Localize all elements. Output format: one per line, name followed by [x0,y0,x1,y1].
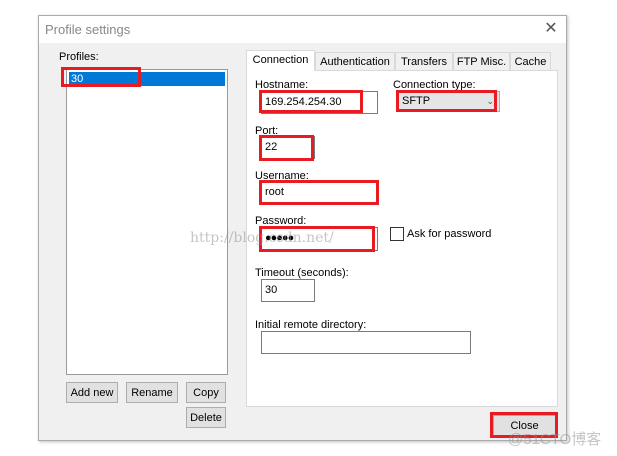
add-new-button[interactable]: Add new [66,382,118,403]
password-label: Password: [255,215,307,227]
title-bar: Profile settings ✕ [39,16,566,43]
close-icon[interactable]: ✕ [541,19,561,39]
rename-button[interactable]: Rename [126,382,178,403]
list-item[interactable]: 30 [69,72,225,86]
tab-transfers[interactable]: Transfers [395,52,453,71]
hostname-input[interactable]: 169.254.254.30 [261,91,378,114]
remote-directory-label: Initial remote directory: [255,319,367,331]
delete-button[interactable]: Delete [186,407,226,428]
watermark-csdn: http://blog.csdn.net/ [190,230,334,246]
tab-cache[interactable]: Cache [510,52,551,71]
timeout-input[interactable]: 30 [261,279,315,302]
dialog-title: Profile settings [45,22,131,37]
username-input[interactable]: root [261,181,378,205]
tab-ftp-misc[interactable]: FTP Misc. [453,52,510,71]
profiles-list[interactable]: 30 [66,69,228,375]
ask-password-checkbox[interactable] [390,227,404,241]
tab-connection[interactable]: Connection [246,50,315,71]
timeout-label: Timeout (seconds): [255,267,349,279]
connection-type-select[interactable]: SFTP ⌄ [397,91,500,112]
connection-type-label: Connection type: [393,79,476,91]
hostname-label: Hostname: [255,79,309,91]
copy-button[interactable]: Copy [186,382,226,403]
chevron-down-icon: ⌄ [486,96,494,106]
profile-settings-dialog: Profile settings ✕ Profiles: 30 Add new … [38,15,567,441]
connection-type-value: SFTP [402,95,431,107]
watermark-51cto: @51CTO博客 [508,431,602,448]
port-input[interactable]: 22 [261,136,315,159]
remote-directory-input[interactable] [261,331,471,354]
profiles-label: Profiles: [59,51,99,63]
ask-password-label: Ask for password [407,228,492,240]
tab-authentication[interactable]: Authentication [315,52,395,71]
